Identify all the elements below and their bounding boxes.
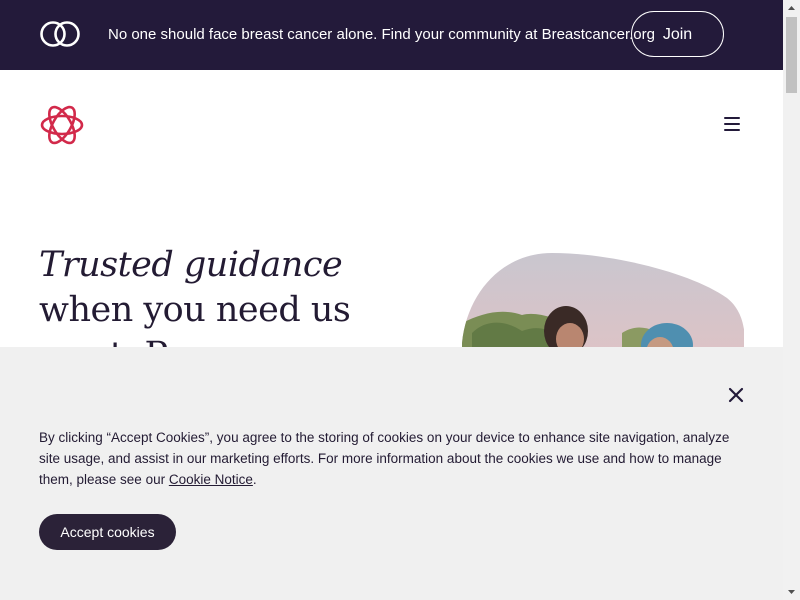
accept-cookies-button[interactable]: Accept cookies [39, 514, 176, 550]
join-button[interactable]: Join [631, 11, 724, 57]
brand-knot-icon[interactable] [38, 101, 86, 149]
scroll-down-arrow-icon[interactable] [783, 583, 800, 600]
close-icon[interactable] [726, 385, 746, 405]
page: No one should face breast cancer alone. … [0, 0, 783, 600]
banner-text: No one should face breast cancer alone. … [108, 26, 655, 43]
vertical-scrollbar[interactable] [783, 0, 800, 600]
site-header [0, 70, 783, 180]
hero-title-line-2: when you need us [39, 290, 351, 330]
cookie-text-main: By clicking “Accept Cookies”, you agree … [39, 430, 730, 487]
scrollbar-thumb[interactable] [786, 17, 797, 93]
cookie-text-end: . [252, 472, 257, 487]
community-banner: No one should face breast cancer alone. … [0, 0, 783, 70]
double-ring-icon [40, 21, 80, 47]
cookie-message: By clicking “Accept Cookies”, you agree … [39, 427, 749, 490]
scroll-up-arrow-icon[interactable] [783, 0, 800, 17]
hero-title-italic: Trusted guidance [39, 245, 343, 285]
cookie-consent-panel: By clicking “Accept Cookies”, you agree … [0, 347, 783, 600]
hamburger-menu-icon[interactable] [720, 114, 744, 134]
cookie-notice-link[interactable]: Cookie Notice [169, 472, 253, 487]
